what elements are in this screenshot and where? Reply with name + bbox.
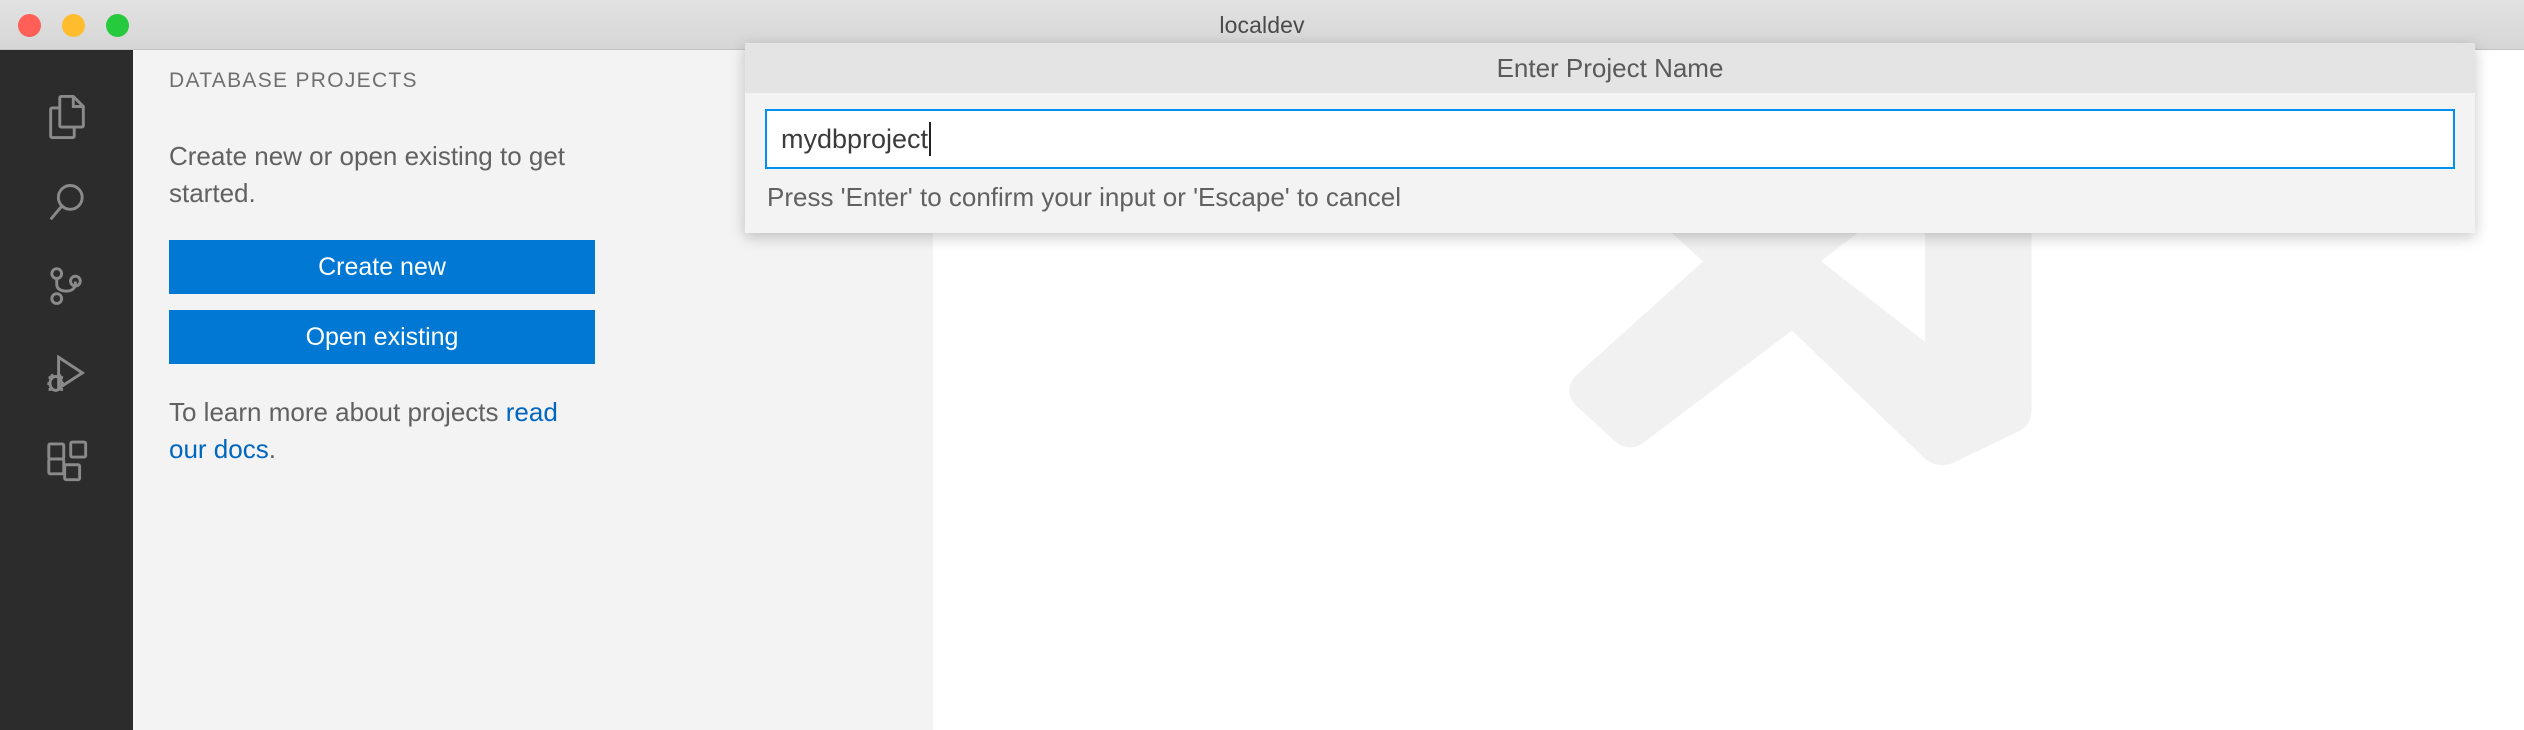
- app-window: localdev DATABASE PROJECTS Create new or…: [0, 0, 2524, 730]
- activity-item-explorer[interactable]: [0, 74, 133, 160]
- docs-suffix-text: .: [268, 433, 276, 464]
- search-icon: [39, 175, 95, 231]
- extensions-blocks-icon: [39, 433, 95, 489]
- activity-bar: [0, 50, 133, 730]
- quick-input-title: Enter Project Name: [1496, 52, 1724, 83]
- activity-item-extensions[interactable]: [0, 418, 133, 504]
- create-new-button[interactable]: Create new: [169, 239, 595, 294]
- welcome-message: Create new or open existing to get start…: [169, 141, 566, 208]
- project-name-input[interactable]: mydbproject: [765, 109, 2455, 169]
- docs-prefix-text: To learn more about projects: [169, 396, 506, 427]
- open-existing-button[interactable]: Open existing: [169, 309, 595, 364]
- project-name-input-value: mydbproject: [781, 123, 929, 154]
- explorer-files-icon: [39, 89, 95, 145]
- docs-paragraph: To learn more about projects read our do…: [169, 394, 599, 468]
- quick-input-dialog: Enter Project Name mydbproject Press 'En…: [745, 43, 2475, 233]
- quick-input-field-wrapper: mydbproject: [745, 93, 2475, 169]
- activity-item-run-and-debug[interactable]: [0, 332, 133, 418]
- source-control-branch-icon: [39, 261, 95, 317]
- activity-item-search[interactable]: [0, 160, 133, 246]
- quick-input-hint-message: Press 'Enter' to confirm your input or '…: [767, 182, 1402, 212]
- quick-input-titlebar: Enter Project Name: [745, 43, 2475, 93]
- run-and-debug-icon: [39, 347, 95, 403]
- activity-item-source-control[interactable]: [0, 246, 133, 332]
- text-caret: [929, 122, 932, 156]
- sidebar-title: DATABASE PROJECTS: [169, 69, 418, 92]
